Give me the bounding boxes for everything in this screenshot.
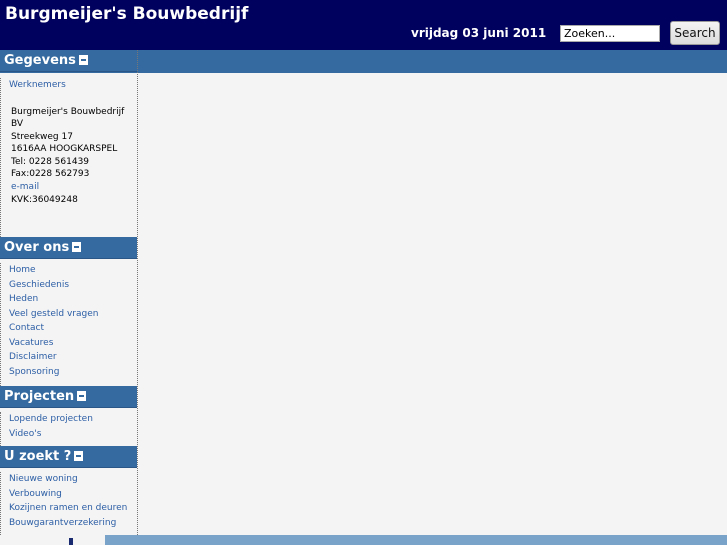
nav-item-heden[interactable]: Heden	[9, 292, 137, 307]
nav-item-kozijnen[interactable]: Kozijnen ramen en deuren	[9, 501, 137, 516]
link-werknemers[interactable]: Werknemers	[1, 78, 137, 93]
nav-item-home[interactable]: Home	[9, 263, 137, 278]
nav-item-lopende-projecten[interactable]: Lopende projecten	[9, 412, 137, 427]
footer-bar	[105, 535, 727, 545]
nav-item-bouwgarant[interactable]: Bouwgarantverzekering	[9, 516, 137, 531]
address-line: BV	[11, 119, 24, 130]
collapse-icon[interactable]	[72, 241, 82, 252]
collapse-icon[interactable]	[77, 390, 87, 401]
nav-item-contact[interactable]: Contact	[9, 321, 137, 336]
nav-item-verbouwing[interactable]: Verbouwing	[9, 487, 137, 502]
nav-item-geschiedenis[interactable]: Geschiedenis	[9, 278, 137, 293]
section-title: Projecten	[4, 389, 75, 404]
section-header-over-ons[interactable]: Over ons	[0, 237, 137, 259]
email-link[interactable]: e-mail	[11, 181, 137, 194]
section-body-projecten: Lopende projecten Video's	[0, 412, 137, 446]
section-title: Gegevens	[4, 53, 76, 68]
search-input[interactable]	[560, 25, 660, 42]
search-button[interactable]: Search	[670, 21, 720, 45]
address-line: Streekweg 17	[11, 131, 73, 142]
nav-item-nieuwe-woning[interactable]: Nieuwe woning	[9, 472, 137, 487]
nav-item-disclaimer[interactable]: Disclaimer	[9, 350, 137, 365]
kvk-number: KVK:36049248	[11, 194, 78, 205]
section-title: Over ons	[4, 240, 70, 255]
section-header-projecten[interactable]: Projecten	[0, 386, 137, 408]
section-title: U zoekt ?	[4, 449, 72, 464]
section-body-over-ons: Home Geschiedenis Heden Veel gesteld vra…	[0, 263, 137, 386]
nav-item-videos[interactable]: Video's	[9, 427, 137, 442]
address-line: 1616AA HOOGKARSPEL	[11, 144, 118, 155]
address-line: Fax:0228 562793	[11, 169, 90, 180]
address-line: Burgmeijer's Bouwbedrijf	[11, 106, 125, 117]
address-line: Tel: 0228 561439	[11, 156, 90, 167]
site-title[interactable]: Burgmeijer's Bouwbedrijf	[5, 4, 248, 24]
footer-logo-fragment	[69, 538, 73, 545]
nav-item-vacatures[interactable]: Vacatures	[9, 336, 137, 351]
nav-item-faq[interactable]: Veel gesteld vragen	[9, 307, 137, 322]
section-body-gegevens: Werknemers Burgmeijer's Bouwbedrijf BV S…	[0, 78, 137, 237]
section-header-u-zoekt[interactable]: U zoekt ?	[0, 446, 137, 468]
nav-item-sponsoring[interactable]: Sponsoring	[9, 365, 137, 380]
collapse-icon[interactable]	[78, 54, 88, 65]
collapse-icon[interactable]	[74, 450, 84, 461]
section-body-u-zoekt: Nieuwe woning Verbouwing Kozijnen ramen …	[0, 472, 137, 535]
site-header: Burgmeijer's Bouwbedrijf vrijdag 03 juni…	[0, 0, 727, 50]
section-header-gegevens[interactable]: Gegevens	[0, 50, 137, 72]
current-date: vrijdag 03 juni 2011	[411, 26, 547, 40]
